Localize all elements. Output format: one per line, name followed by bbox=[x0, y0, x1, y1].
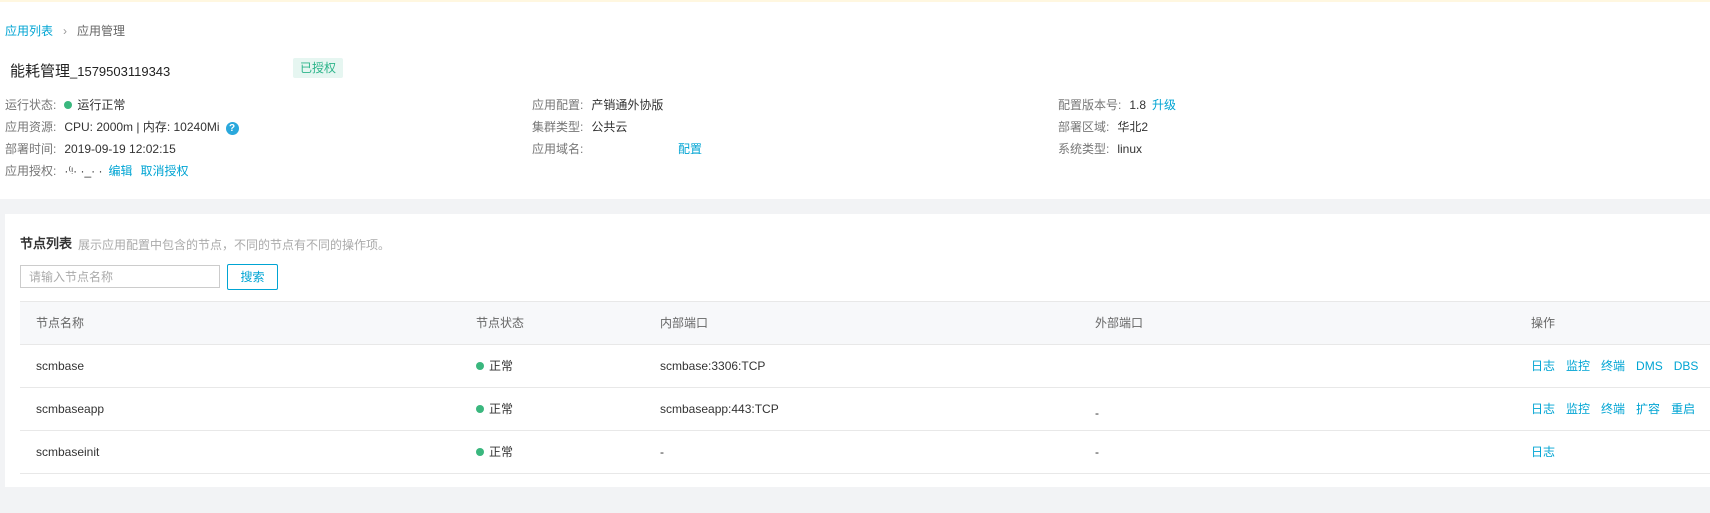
status-dot-icon bbox=[476, 362, 484, 370]
info-deploy-time: 部署时间: 2019-09-19 12:02:15 bbox=[5, 142, 239, 164]
chevron-right-icon: › bbox=[63, 24, 68, 38]
terminal-link[interactable]: 终端 bbox=[1601, 359, 1625, 373]
node-status-text: 正常 bbox=[489, 359, 514, 373]
info-resource: 应用资源: CPU: 2000m | 内存: 10240Mi? bbox=[5, 120, 239, 142]
page-title: 能耗管理_1579503119343 bbox=[10, 60, 170, 81]
status-badge: 已授权 bbox=[293, 58, 344, 78]
node-name: scmbase bbox=[36, 359, 85, 373]
info-value: 1.8 bbox=[1129, 98, 1147, 112]
node-status-text: 正常 bbox=[489, 445, 514, 459]
app-id: _1579503119343 bbox=[70, 64, 171, 79]
table-row: scmbase 正常 scmbase:3306:TCP 日志 监控 终端 DMS DBS bbox=[20, 345, 1710, 388]
info-run-status: 运行状态: 运行正常 bbox=[5, 98, 239, 120]
info-label: 应用授权: bbox=[5, 164, 57, 178]
info-cluster: 集群类型: 公共云 bbox=[532, 120, 702, 142]
info-license: 应用授权: ·⁽ᵎ· ·_· · 编辑 取消授权 bbox=[5, 164, 239, 186]
node-status: 正常 bbox=[476, 431, 513, 473]
row-actions: 日志 监控 终端 DMS DBS bbox=[1531, 345, 1709, 387]
info-value: 运行正常 bbox=[77, 98, 126, 112]
breadcrumb: 应用列表 › 应用管理 bbox=[5, 22, 125, 39]
info-version: 配置版本号: 1.8 升级 bbox=[1058, 98, 1176, 120]
edit-license-link[interactable]: 编辑 bbox=[109, 164, 133, 178]
info-column-middle: 应用配置: 产销通外协版 集群类型: 公共云 应用域名: 配置 bbox=[532, 98, 702, 164]
table-row: scmbaseinit 正常 - - 日志 bbox=[20, 431, 1710, 474]
info-column-left: 运行状态: 运行正常 应用资源: CPU: 2000m | 内存: 10240Mi?… bbox=[5, 98, 239, 186]
info-value: 产销通外协版 bbox=[591, 98, 664, 112]
info-label: 应用域名: bbox=[532, 142, 584, 156]
table-row: scmbaseapp 正常 scmbaseapp:443:TCP - 日志 监控终… bbox=[20, 388, 1710, 431]
node-status-text: 正常 bbox=[489, 402, 514, 416]
status-dot-icon bbox=[476, 448, 484, 456]
monitor-link[interactable]: 监控 bbox=[1566, 359, 1590, 373]
info-value: CPU: 2000m | 内存: 10240Mi bbox=[64, 120, 220, 134]
info-value: 华北2 bbox=[1117, 120, 1149, 134]
info-label: 部署区域: bbox=[1058, 120, 1110, 134]
column-header: 节点名称 bbox=[36, 316, 85, 330]
info-value: 2019-09-19 12:02:15 bbox=[64, 142, 176, 156]
breadcrumb-current: 应用管理 bbox=[77, 24, 126, 38]
monitor-link[interactable]: 监控 bbox=[1566, 402, 1590, 416]
node-name: scmbaseapp bbox=[36, 402, 105, 416]
column-header: 节点状态 bbox=[476, 316, 525, 330]
info-region: 部署区域: 华北2 bbox=[1058, 120, 1176, 142]
info-label: 系统类型: bbox=[1058, 142, 1110, 156]
info-value: 公共云 bbox=[591, 120, 628, 134]
info-label: 运行状态: bbox=[5, 98, 57, 112]
restart-link[interactable]: 重启 bbox=[1671, 402, 1695, 416]
table-header: 节点名称 节点状态 内部端口 外部端口 操作 bbox=[20, 301, 1710, 345]
internal-port: scmbase:3306:TCP bbox=[660, 359, 766, 373]
app-name: 能耗管理 bbox=[10, 63, 71, 80]
info-label: 配置版本号: bbox=[1058, 98, 1122, 112]
log-link[interactable]: 日志 bbox=[1531, 359, 1555, 373]
breadcrumb-app-list-link[interactable]: 应用列表 bbox=[5, 24, 53, 38]
internal-port: - bbox=[660, 445, 664, 459]
internal-port: scmbaseapp:443:TCP bbox=[660, 402, 779, 416]
dms-link[interactable]: DMS bbox=[1636, 359, 1663, 373]
info-value: linux bbox=[1117, 142, 1143, 156]
info-label: 集群类型: bbox=[532, 120, 584, 134]
help-icon[interactable]: ? bbox=[225, 122, 239, 135]
row-actions: 日志 监控 终端 扩容 重启 bbox=[1531, 388, 1706, 430]
configure-domain-link[interactable]: 配置 bbox=[678, 142, 702, 156]
node-status: 正常 bbox=[476, 388, 513, 430]
info-label: 应用资源: bbox=[5, 120, 57, 134]
section-title: 节点列表 bbox=[20, 236, 73, 251]
node-status: 正常 bbox=[476, 345, 513, 387]
log-link[interactable]: 日志 bbox=[1531, 445, 1555, 459]
info-value: ·⁽ᵎ· ·_· · bbox=[64, 164, 103, 178]
search-input[interactable] bbox=[20, 265, 220, 288]
external-port: - bbox=[1095, 445, 1099, 459]
node-list-panel: 节点列表 展示应用配置中包含的节点，不同的节点有不同的操作项。 搜索 节点名称 … bbox=[5, 214, 1710, 487]
upgrade-link[interactable]: 升级 bbox=[1152, 98, 1176, 112]
node-name: scmbaseinit bbox=[36, 445, 100, 459]
scale-link[interactable]: 扩容 bbox=[1636, 402, 1660, 416]
status-dot-icon bbox=[476, 405, 484, 413]
terminal-link[interactable]: 终端 bbox=[1601, 402, 1625, 416]
info-os: 系统类型: linux bbox=[1058, 142, 1176, 164]
column-header: 操作 bbox=[1531, 316, 1556, 330]
info-domain: 应用域名: 配置 bbox=[532, 142, 702, 164]
info-column-right: 配置版本号: 1.8 升级 部署区域: 华北2 系统类型: linux bbox=[1058, 98, 1176, 164]
cancel-license-link[interactable]: 取消授权 bbox=[141, 164, 189, 178]
info-config: 应用配置: 产销通外协版 bbox=[532, 98, 702, 120]
status-dot-icon bbox=[64, 101, 73, 109]
search-button[interactable]: 搜索 bbox=[227, 264, 278, 290]
log-link[interactable]: 日志 bbox=[1531, 402, 1555, 416]
app-overview-panel: 应用列表 › 应用管理 能耗管理_1579503119343 已授权 运行状态: 运行… bbox=[0, 2, 1710, 199]
dbs-link[interactable]: DBS bbox=[1674, 359, 1699, 373]
column-header: 内部端口 bbox=[660, 316, 709, 330]
info-label: 应用配置: bbox=[532, 98, 584, 112]
info-label: 部署时间: bbox=[5, 142, 57, 156]
section-description: 展示应用配置中包含的节点，不同的节点有不同的操作项。 bbox=[78, 238, 391, 252]
column-header: 外部端口 bbox=[1095, 316, 1144, 330]
row-actions: 日志 bbox=[1531, 431, 1566, 473]
external-port: - bbox=[1095, 406, 1099, 420]
node-table: 节点名称 节点状态 内部端口 外部端口 操作 scmbase 正常 scmbas… bbox=[20, 301, 1710, 474]
